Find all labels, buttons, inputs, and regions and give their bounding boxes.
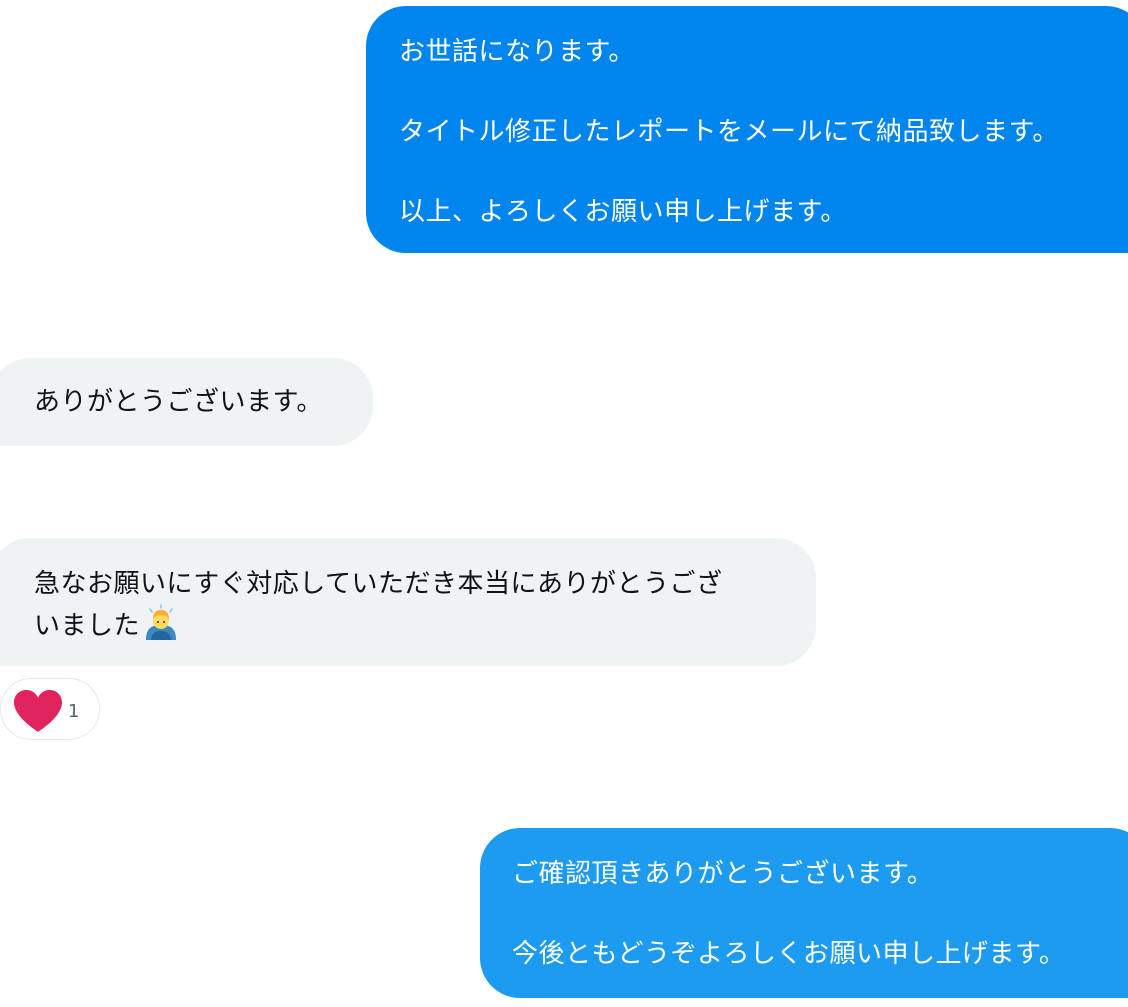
message-paragraph: お世話になります。 [399,37,635,67]
message-paragraph: ご確認頂きありがとうございます。 [512,859,934,889]
incoming-message-bubble[interactable]: ありがとうございます。 [0,358,373,446]
message-paragraph: 以上、よろしくお願い申し上げます。 [399,197,847,227]
reaction-count: 1 [68,701,80,722]
message-paragraph: ありがとうございます。 [34,387,323,417]
incoming-message-bubble[interactable]: 急なお願いにすぐ対応していただき本当にありがとうござ いました [0,538,816,666]
person-bowing-icon [142,604,180,642]
message-line-text: いました [34,611,141,641]
message-paragraph: 今後ともどうぞよろしくお願い申し上げます。 [512,939,1066,969]
dm-conversation: お世話になります。 タイトル修正したレポートをメールにて納品致します。 以上、よ… [0,0,1128,1007]
message-line: 急なお願いにすぐ対応していただき本当にありがとうござ [34,569,723,599]
heart-icon [13,689,63,733]
outgoing-message-bubble[interactable]: ご確認頂きありがとうございます。 今後ともどうぞよろしくお願い申し上げます。 [480,828,1128,998]
message-paragraph: タイトル修正したレポートをメールにて納品致します。 [399,117,1059,147]
outgoing-message-bubble[interactable]: お世話になります。 タイトル修正したレポートをメールにて納品致します。 以上、よ… [366,6,1128,253]
message-line: いました [34,604,816,646]
heart-reaction-badge[interactable]: 1 [0,678,100,740]
